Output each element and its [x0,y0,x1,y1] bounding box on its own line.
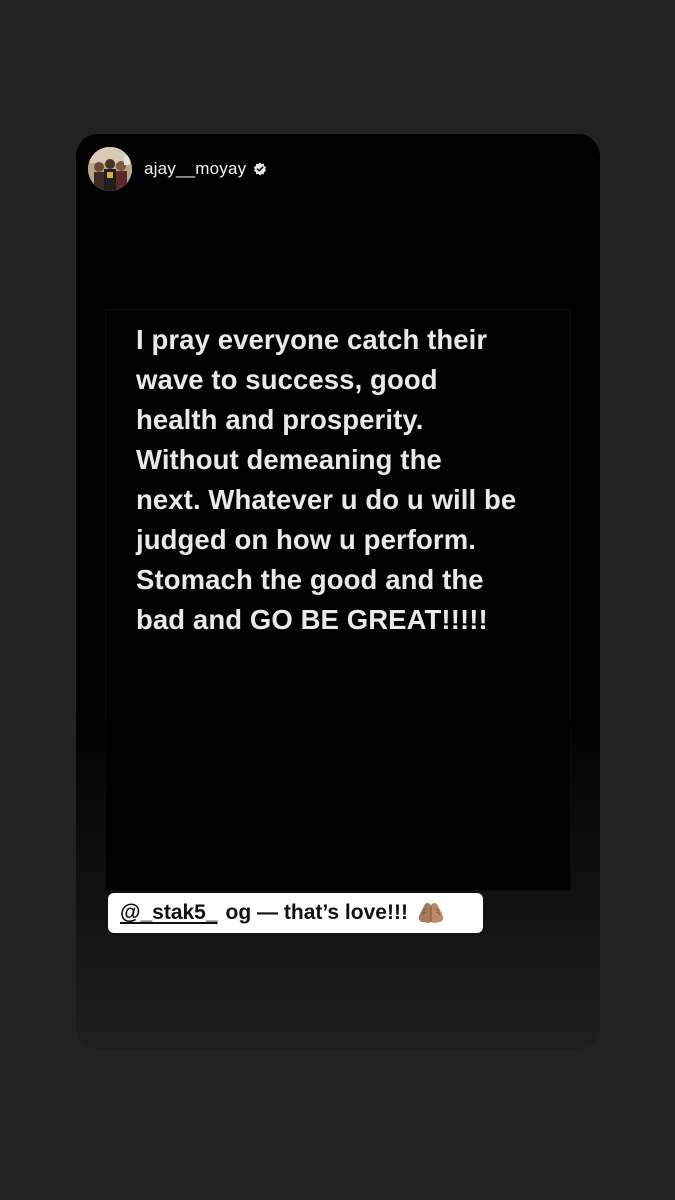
avatar[interactable] [88,147,132,191]
post-username[interactable]: ajay__moyay [144,159,246,179]
praying-hands-icon [416,900,446,926]
quote-text: I pray everyone catch their wave to succ… [136,324,517,635]
mention-sticker[interactable]: @_stak5_ og — that’s love!!! [108,893,483,933]
story-page: ajay__moyay I pray everyone catch their … [0,0,675,1200]
verified-badge-icon [253,162,267,176]
mention-caption: og — that’s love!!! [225,901,408,924]
quote-screenshot-image: I pray everyone catch their wave to succ… [106,310,570,890]
post-header[interactable]: ajay__moyay [88,146,267,192]
mention-handle-link[interactable]: @_stak5_ [120,901,218,925]
